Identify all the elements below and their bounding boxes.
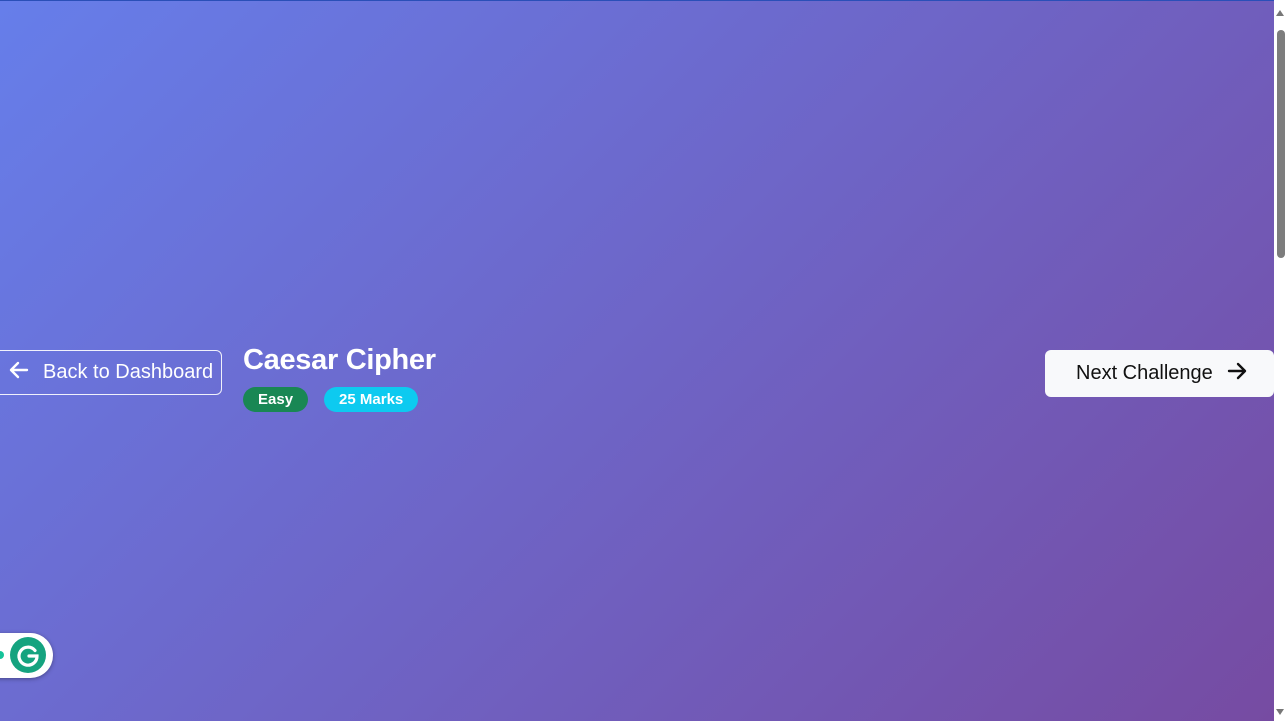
difficulty-badge: Easy — [243, 387, 309, 412]
back-to-dashboard-button[interactable]: Back to Dashboard — [0, 350, 222, 395]
back-button-label: Back to Dashboard — [43, 361, 214, 383]
next-challenge-button[interactable]: Next Challenge — [1045, 350, 1274, 397]
challenge-header: Caesar Cipher Easy 25 Marks — [243, 341, 436, 412]
challenge-badges: Easy 25 Marks — [243, 387, 436, 412]
challenge-page: Back to Dashboard Caesar Cipher Easy 25 … — [0, 0, 1274, 721]
arrow-right-icon — [1227, 362, 1247, 386]
scroll-up-icon[interactable] — [1276, 10, 1284, 16]
vertical-scrollbar[interactable] — [1274, 0, 1286, 721]
grammarly-status-dot — [0, 651, 4, 659]
scroll-thumb[interactable] — [1277, 30, 1285, 258]
arrow-left-icon — [9, 361, 29, 385]
grammarly-icon — [10, 637, 46, 673]
grammarly-widget[interactable] — [0, 633, 53, 678]
marks-badge: 25 Marks — [324, 387, 419, 412]
next-button-label: Next Challenge — [1076, 362, 1213, 384]
challenge-title: Caesar Cipher — [243, 344, 436, 376]
scroll-down-icon[interactable] — [1276, 709, 1284, 715]
